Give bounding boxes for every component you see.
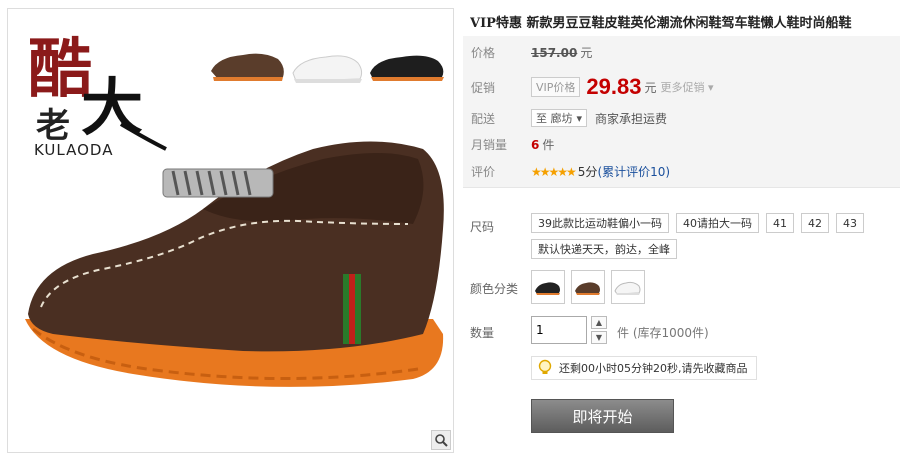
product-title: VIP特惠 新款男豆豆鞋皮鞋英伦潮流休闲鞋驾车鞋懒人鞋时尚船鞋 [470, 16, 852, 31]
original-price: 157.00 [531, 45, 578, 60]
size-option[interactable]: 43 [836, 213, 864, 233]
more-promos-link[interactable]: 更多促销 ▾ [660, 79, 713, 95]
product-image-frame: 酷 老 大 KULAODA [7, 8, 454, 453]
original-price-row: 价格 157.00 元 [471, 44, 592, 61]
quantity-input[interactable] [531, 316, 587, 344]
increment-button[interactable]: ▲ [591, 316, 607, 329]
monthly-sales-row: 月销量 6 件 [471, 136, 554, 153]
color-label: 颜色分类 [470, 282, 519, 296]
swatch-brown[interactable] [571, 270, 605, 304]
promo-label: 促销 [471, 80, 496, 95]
size-option[interactable]: 39此款比运动鞋偏小一码 [531, 213, 669, 233]
shipping-note: 商家承担运费 [595, 111, 668, 126]
size-options: 39此款比运动鞋偏小一码 40请拍大一码 41 42 43 默认快递天天，韵达，… [531, 213, 891, 259]
thumb-brown[interactable] [211, 53, 284, 81]
countdown-text: 还剩00小时05分钟20秒,请先收藏商品 [559, 362, 748, 375]
stock-note: 件 (库存1000件) [617, 326, 709, 340]
rating-score: 5分 [577, 165, 598, 179]
lightbulb-icon [535, 358, 555, 378]
size-option[interactable]: 41 [766, 213, 794, 233]
chevron-down-icon: ▾ [704, 81, 714, 94]
rating-label: 评价 [471, 165, 496, 179]
ship-location-select[interactable]: 至 廊坊 ▾ [531, 109, 588, 127]
swatch-black[interactable] [531, 270, 565, 304]
price-label: 价格 [471, 46, 496, 60]
decrement-button[interactable]: ▼ [591, 331, 607, 344]
countdown-notice: 还剩00小时05分钟20秒,请先收藏商品 [531, 356, 757, 380]
currency-unit: 元 [580, 46, 593, 60]
main-shoe-image [13, 129, 453, 409]
monthly-sales-unit: 件 [542, 138, 555, 152]
size-option[interactable]: 40请拍大一码 [676, 213, 759, 233]
coming-soon-button[interactable]: 即将开始 [531, 399, 674, 433]
thumb-black[interactable] [370, 55, 444, 81]
zoom-icon[interactable] [431, 430, 451, 450]
promo-price: 29.83 [586, 74, 642, 99]
rating-row: 评价 ★★★★★ 5分 (累计评价10) [471, 163, 670, 180]
currency-unit: 元 [644, 80, 657, 95]
monthly-sales-label: 月销量 [471, 138, 508, 152]
color-swatches [531, 270, 645, 304]
monthly-sales-count: 6 [531, 137, 540, 152]
shipping-label: 配送 [471, 111, 496, 126]
swatch-white[interactable] [611, 270, 645, 304]
product-thumbnails [208, 29, 453, 89]
size-option[interactable]: 默认快递天天，韵达，全峰 [531, 239, 677, 259]
rating-stars: ★★★★★ [531, 164, 577, 179]
quantity-stepper: ▲ ▼ [591, 316, 607, 344]
size-option[interactable]: 42 [801, 213, 829, 233]
price-panel: 价格 157.00 元 促销 VIP价格 29.83 元 更多促销 ▾ 配送 至… [463, 36, 900, 188]
chevron-down-icon: ▾ [576, 111, 583, 125]
promo-price-row: 促销 VIP价格 29.83 元 更多促销 ▾ [471, 74, 714, 100]
shipping-row: 配送 至 廊坊 ▾ 商家承担运费 [471, 109, 667, 127]
review-count-link[interactable]: (累计评价10) [597, 163, 670, 180]
size-label: 尺码 [470, 220, 495, 234]
vip-price-tag: VIP价格 [531, 77, 581, 97]
thumb-white[interactable] [292, 55, 363, 83]
quantity-label: 数量 [470, 326, 495, 340]
